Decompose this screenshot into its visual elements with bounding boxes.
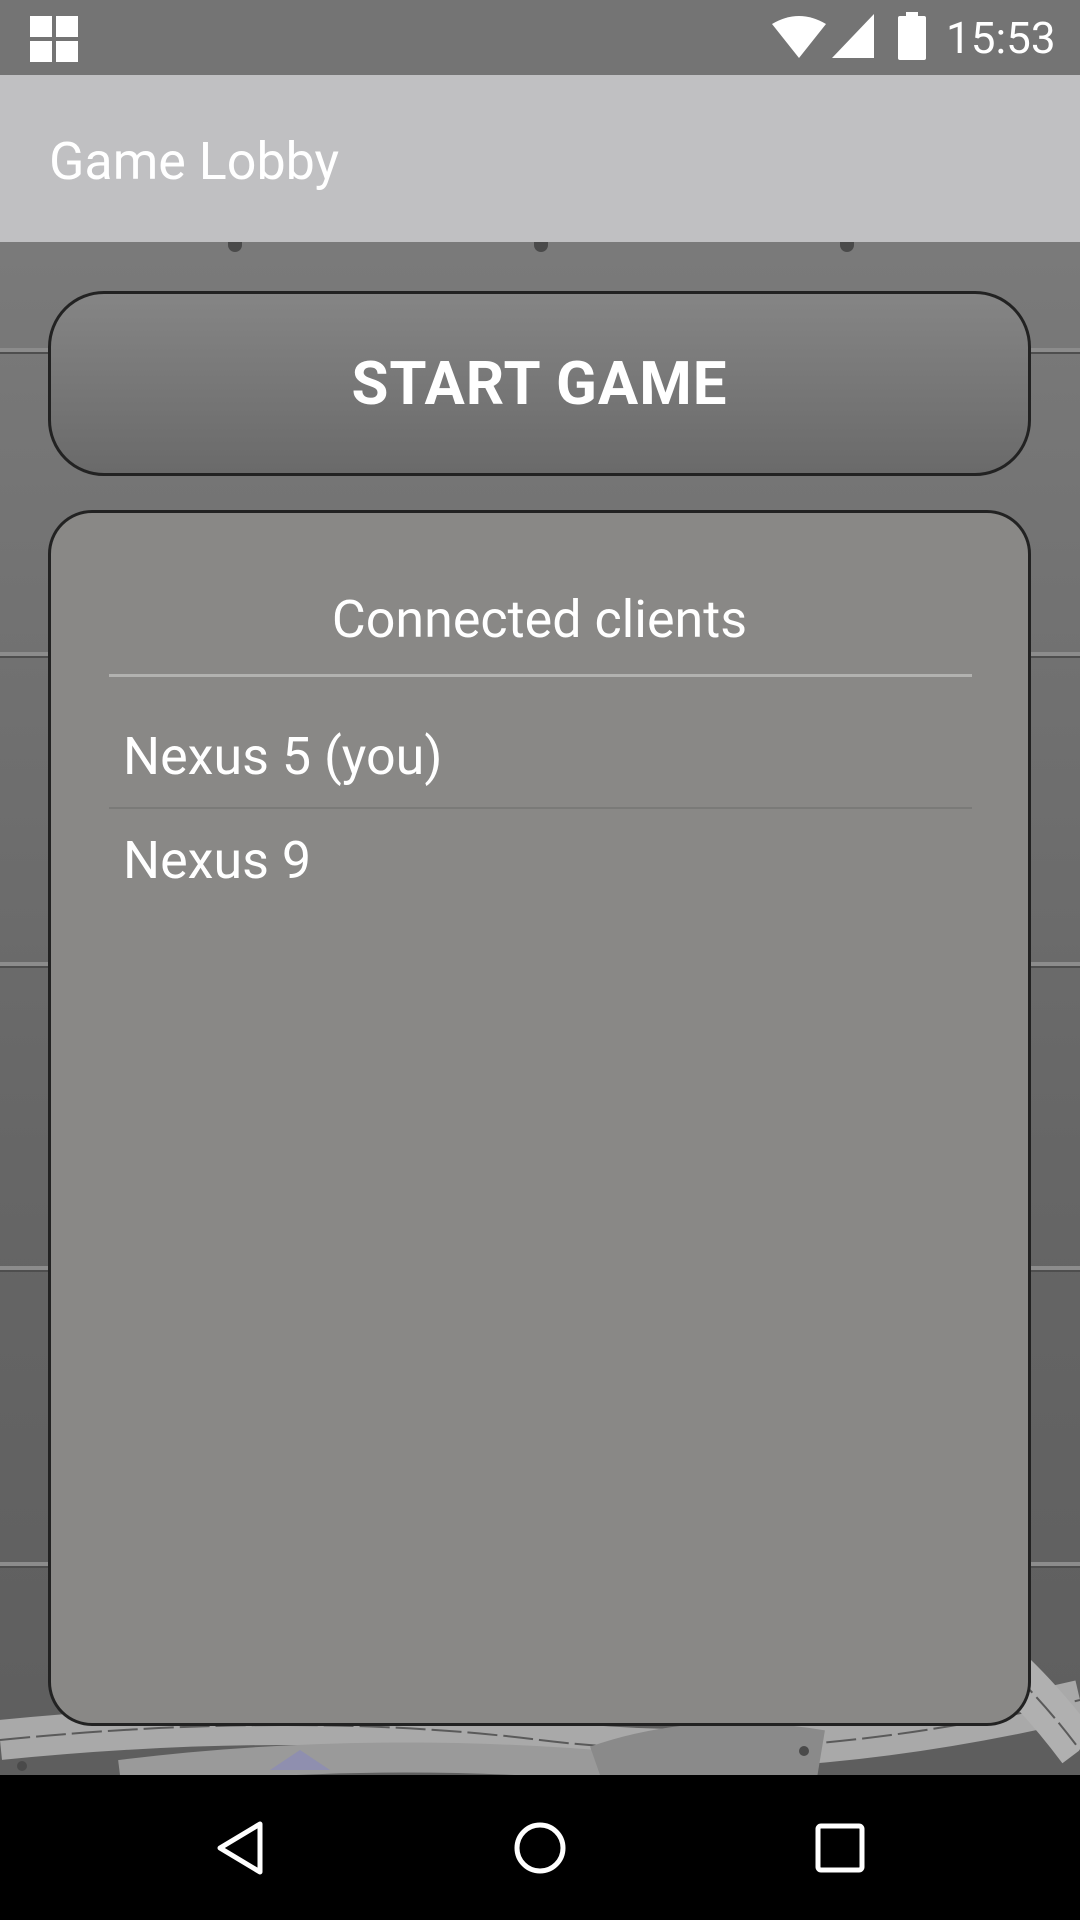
navigation-bar (0, 1775, 1080, 1920)
client-name: Nexus 5 (you) (123, 726, 443, 787)
client-name: Nexus 9 (123, 830, 312, 891)
recents-button[interactable] (765, 1775, 915, 1920)
clients-title-divider (109, 674, 972, 677)
client-list-item[interactable]: Nexus 9 (109, 809, 972, 913)
recents-icon (815, 1823, 865, 1872)
status-clock: 15:53 (946, 12, 1056, 64)
back-icon (217, 1821, 263, 1874)
home-button[interactable] (465, 1775, 615, 1920)
notification-grid-icon (30, 16, 78, 62)
back-button[interactable] (165, 1775, 315, 1920)
battery-icon (898, 12, 926, 60)
home-icon (514, 1822, 566, 1873)
start-game-button[interactable]: START GAME (48, 291, 1031, 476)
connected-clients-panel: Connected clients Nexus 5 (you) Nexus 9 (48, 510, 1031, 1726)
status-bar: 15:53 (0, 0, 1080, 75)
cell-signal-icon (832, 14, 874, 58)
clients-panel-title: Connected clients (331, 589, 748, 650)
wifi-icon (772, 16, 826, 58)
start-game-label: START GAME (351, 348, 728, 419)
app-title: Game Lobby (49, 131, 340, 192)
client-list-item[interactable]: Nexus 5 (you) (109, 705, 972, 809)
